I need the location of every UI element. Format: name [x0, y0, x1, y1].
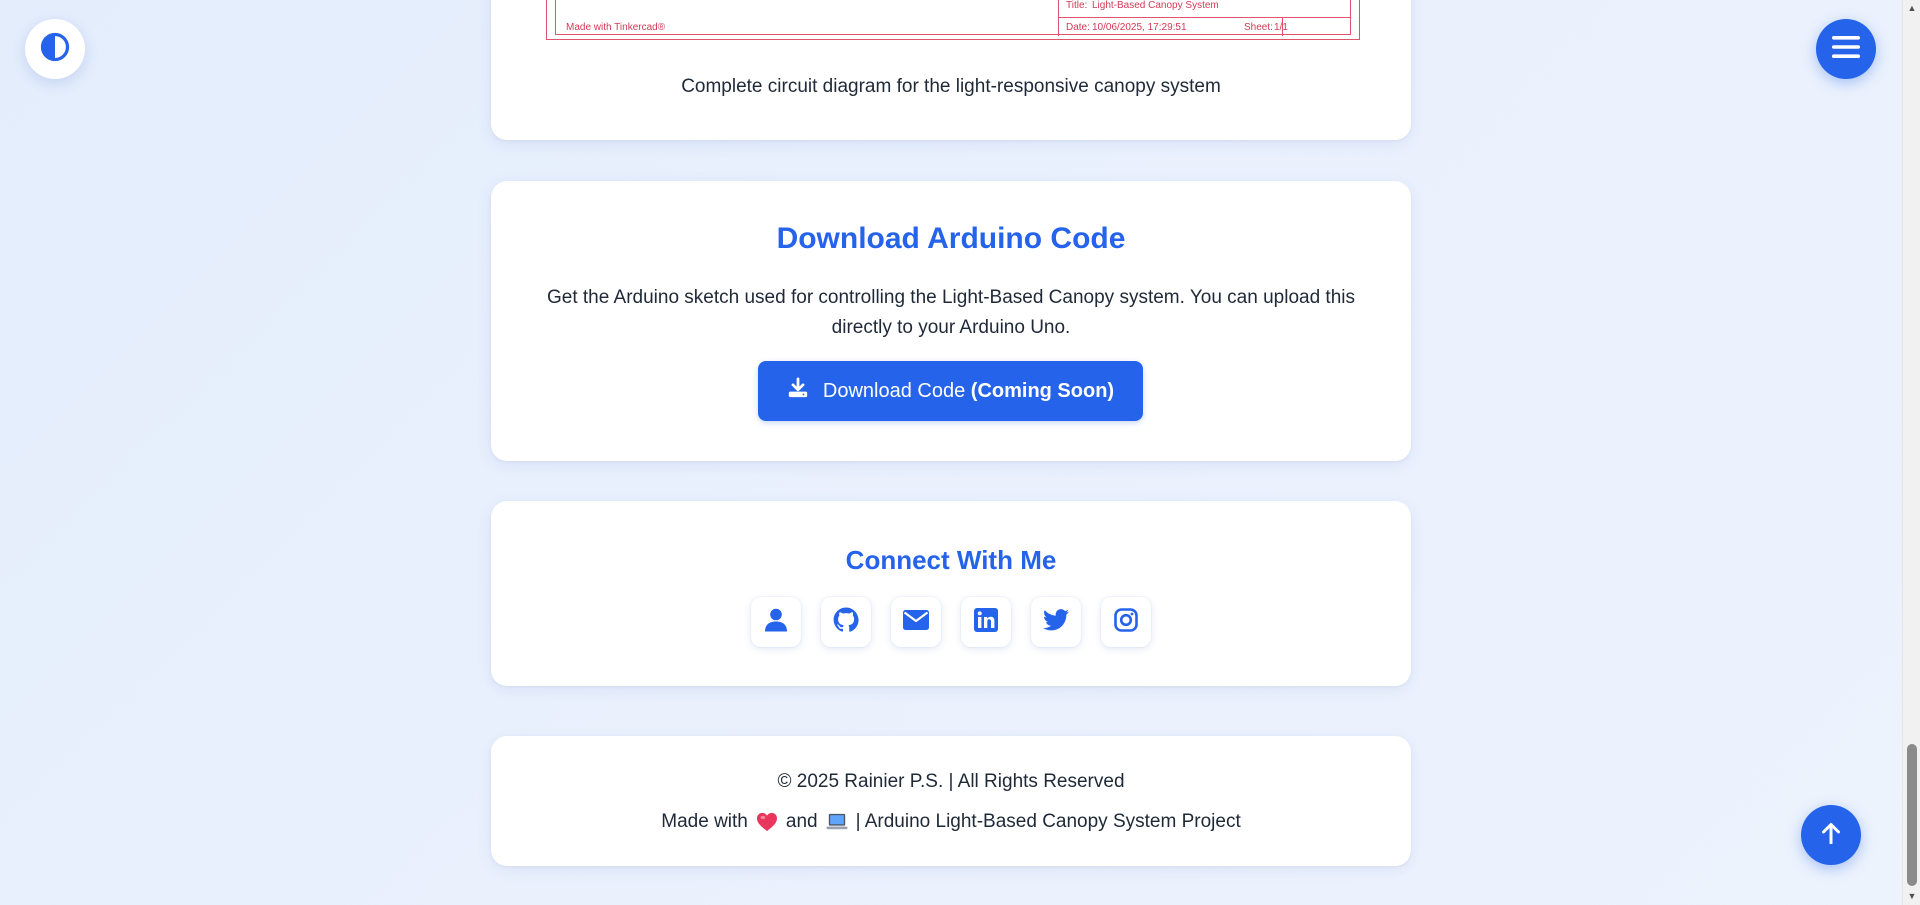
linkedin-icon: [974, 607, 998, 637]
social-links: [491, 597, 1411, 647]
download-code-card: Download Arduino Code Get the Arduino sk…: [491, 181, 1411, 461]
schematic-title-value: Light-Based Canopy System: [1092, 0, 1219, 11]
twitter-icon: [1043, 608, 1069, 636]
download-button-label: Download Code: [822, 379, 966, 402]
connect-title: Connect With Me: [845, 545, 1057, 575]
hamburger-icon: [1832, 35, 1860, 64]
laptop-icon: [826, 812, 848, 832]
github-link[interactable]: [821, 597, 871, 647]
schematic-sheet-label: Sheet:: [1244, 22, 1273, 33]
envelope-icon: [903, 609, 929, 635]
user-icon: [765, 608, 787, 637]
download-code-button[interactable]: Download Code (Coming Soon): [758, 361, 1143, 421]
circuit-diagram-image: Made with Tinkercad® Title: Light-Based …: [546, 0, 1360, 40]
twitter-link[interactable]: [1031, 597, 1081, 647]
download-icon: [787, 377, 809, 405]
download-description: Get the Arduino sketch used for controll…: [546, 287, 1355, 338]
schematic-date-label: Date:: [1066, 22, 1090, 33]
email-link[interactable]: [891, 597, 941, 647]
scroll-down-arrow-icon[interactable]: ▼: [1903, 888, 1920, 905]
footer-card: © 2025 Rainier P.S. | All Rights Reserve…: [491, 736, 1411, 866]
linkedin-link[interactable]: [961, 597, 1011, 647]
back-to-top-button[interactable]: [1801, 805, 1861, 865]
portfolio-link[interactable]: [751, 597, 801, 647]
circuit-diagram-card: Made with Tinkercad® Title: Light-Based …: [491, 0, 1411, 140]
page-scrollbar[interactable]: ▲ ▼: [1902, 0, 1920, 905]
instagram-icon: [1114, 607, 1138, 637]
footer-and: and: [785, 811, 818, 832]
connect-card: Connect With Me: [491, 501, 1411, 686]
footer-project: | Arduino Light-Based Canopy System Proj…: [855, 811, 1241, 832]
schematic-sheet-value: 1/1: [1274, 22, 1288, 33]
arrow-up-icon: [1821, 822, 1841, 849]
scroll-up-arrow-icon[interactable]: ▲: [1903, 0, 1920, 17]
download-title: Download Arduino Code: [776, 222, 1126, 255]
schematic-title-label: Title:: [1066, 0, 1088, 11]
schematic-made-with: Made with Tinkercad®: [566, 22, 666, 33]
diagram-caption: Complete circuit diagram for the light-r…: [681, 76, 1221, 97]
footer-copyright: © 2025 Rainier P.S. | All Rights Reserve…: [777, 771, 1125, 792]
instagram-link[interactable]: [1101, 597, 1151, 647]
schematic-date-value: 10/06/2025, 17:29:51: [1092, 22, 1187, 33]
github-icon: [833, 607, 859, 638]
menu-button[interactable]: [1816, 19, 1876, 79]
footer-made-with: Made with and | Arduino Light-Based Cano…: [491, 811, 1411, 833]
theme-toggle-button[interactable]: [25, 19, 85, 79]
scrollbar-thumb[interactable]: [1907, 744, 1917, 886]
contrast-icon: [40, 32, 70, 67]
heart-icon: [756, 812, 778, 832]
download-button-status: (Coming Soon): [970, 379, 1115, 402]
footer-made-with-prefix: Made with: [661, 811, 748, 832]
